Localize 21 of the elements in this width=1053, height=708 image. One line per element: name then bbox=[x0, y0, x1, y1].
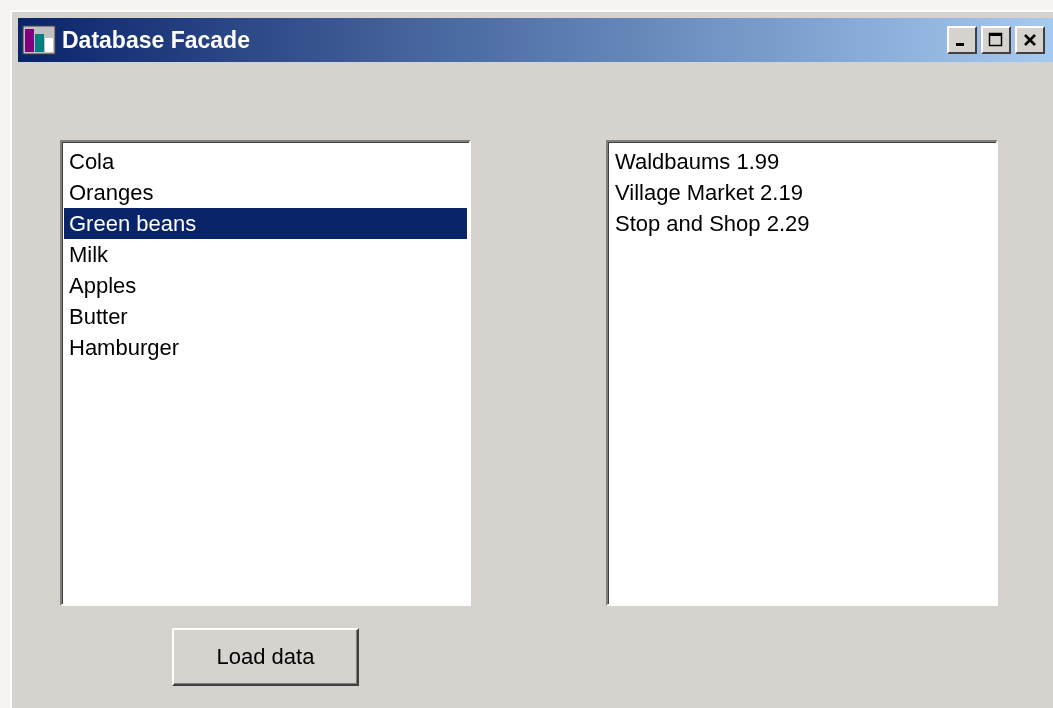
list-item[interactable]: Apples bbox=[64, 270, 467, 301]
list-item[interactable]: Hamburger bbox=[64, 332, 467, 363]
list-item[interactable]: Waldbaums 1.99 bbox=[610, 146, 994, 177]
close-button[interactable] bbox=[1015, 26, 1045, 54]
minimize-button[interactable] bbox=[947, 26, 977, 54]
list-item[interactable]: Butter bbox=[64, 301, 467, 332]
minimize-icon bbox=[956, 42, 964, 46]
list-item[interactable]: Village Market 2.19 bbox=[610, 177, 994, 208]
maximize-icon bbox=[988, 32, 1004, 48]
list-item[interactable]: Stop and Shop 2.29 bbox=[610, 208, 994, 239]
load-data-button[interactable]: Load data bbox=[172, 628, 359, 686]
list-item[interactable]: Milk bbox=[64, 239, 467, 270]
list-box[interactable]: Waldbaums 1.99 Village Market 2.19 Stop and Shop 2.29 bbox=[606, 140, 998, 606]
close-icon bbox=[1022, 32, 1038, 48]
list-item[interactable]: Oranges bbox=[64, 177, 467, 208]
list-item[interactable]: Green beans bbox=[64, 208, 467, 239]
list-box[interactable]: Cola Oranges Green beans Milk Apples Butter Hamburger bbox=[60, 140, 471, 606]
app-icon bbox=[22, 24, 56, 56]
list-item[interactable]: Cola bbox=[64, 146, 467, 177]
maximize-button[interactable] bbox=[981, 26, 1011, 54]
window-title: Database Facade bbox=[62, 26, 251, 54]
